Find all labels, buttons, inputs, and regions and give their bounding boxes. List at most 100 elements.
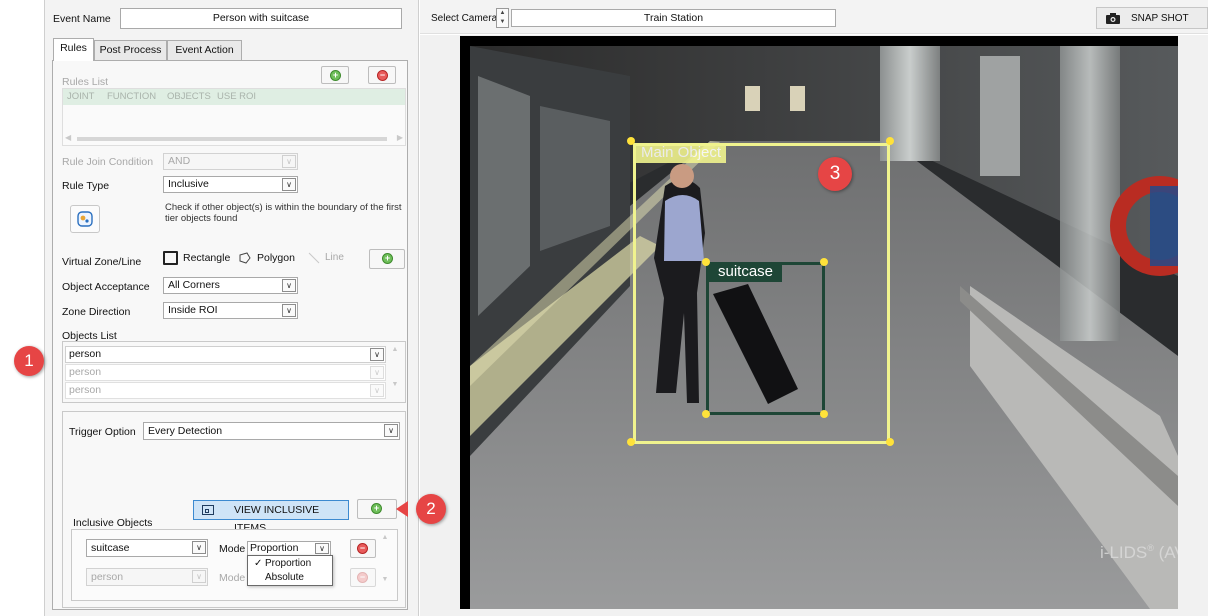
box-handle[interactable] (702, 258, 710, 266)
remove-icon: − (357, 572, 368, 583)
chevron-down-icon: ∨ (282, 155, 296, 168)
mode-label: Mode (219, 572, 246, 584)
event-name-label: Event Name (53, 13, 111, 25)
chevron-down-icon: ∨ (315, 543, 329, 554)
rule-join-label: Rule Join Condition (62, 156, 154, 168)
add-zone-button[interactable]: + (369, 249, 405, 269)
chevron-down-icon: ∨ (370, 384, 384, 397)
tab-event-action[interactable]: Event Action (167, 40, 242, 60)
polygon-option[interactable]: Polygon (238, 249, 300, 267)
rectangle-option[interactable]: Rectangle (163, 249, 233, 267)
object-value: person (69, 348, 102, 360)
col-use-roi: USE ROI (217, 91, 257, 102)
rules-list-header: JOINT FUNCTION OBJECTS USE ROI (63, 89, 405, 105)
snapshot-button[interactable]: SNAP SHOT (1096, 7, 1208, 29)
zone-direction-select[interactable]: Inside ROI ∨ (163, 302, 298, 319)
tab-rules[interactable]: Rules (53, 38, 94, 61)
mode-value: Proportion (250, 542, 299, 554)
rule-type-description: Check if other object(s) is within the b… (165, 202, 402, 224)
line-label: Line (325, 252, 344, 263)
event-name-input[interactable]: Person with suitcase (120, 8, 402, 29)
remove-icon: − (357, 543, 368, 554)
remove-rule-button[interactable]: − (368, 66, 396, 84)
box-handle[interactable] (886, 438, 894, 446)
scroll-thumb[interactable] (77, 137, 387, 141)
remove-icon: − (377, 70, 388, 81)
inclusive-list-scrollbar[interactable]: ▲ ▼ (380, 534, 390, 596)
trigger-option-select[interactable]: Every Detection ∨ (143, 422, 400, 440)
object-acceptance-label: Object Acceptance (62, 281, 150, 293)
rules-list-scrollbar[interactable]: ◀ ▶ (65, 133, 403, 143)
callout-1: 1 (14, 346, 44, 376)
rectangle-icon (163, 251, 178, 265)
rectangle-label: Rectangle (183, 252, 231, 264)
trigger-option-value: Every Detection (148, 425, 223, 437)
camera-select[interactable]: Train Station (511, 9, 836, 27)
line-option[interactable]: Line (308, 249, 348, 267)
polygon-icon (239, 252, 251, 264)
box-handle[interactable] (820, 258, 828, 266)
object-acceptance-value: All Corners (168, 279, 220, 291)
line-icon (308, 252, 320, 264)
callout-2: 2 (416, 494, 446, 524)
remove-inclusive-button[interactable]: − (350, 539, 376, 558)
mode-select[interactable]: Proportion ∨ (247, 541, 331, 556)
add-icon: + (371, 503, 382, 514)
camera-spinner[interactable]: ▲ ▼ (496, 8, 509, 28)
inclusive-object-select[interactable]: suitcase ∨ (86, 539, 208, 557)
rule-join-select[interactable]: AND ∨ (163, 153, 298, 170)
checkmark-icon: ✓ (254, 558, 263, 569)
add-icon: + (382, 253, 393, 264)
inclusive-objects-title: Inclusive Objects (73, 517, 153, 529)
box-handle[interactable] (627, 137, 635, 145)
callout-3: 3 (818, 157, 852, 191)
inclusive-object-value: suitcase (91, 542, 130, 554)
col-joint: JOINT (67, 91, 95, 102)
inclusive-rule-icon (70, 205, 100, 233)
box-handle[interactable] (886, 137, 894, 145)
virtual-zone-label: Virtual Zone/Line (62, 256, 142, 268)
objects-list-item[interactable]: person ∨ (65, 364, 386, 381)
chevron-down-icon: ∨ (192, 570, 206, 583)
select-camera-label: Select Camera (431, 13, 498, 24)
tab-post-process[interactable]: Post Process (94, 40, 167, 60)
chevron-down-icon: ∨ (370, 348, 384, 361)
suitcase-box[interactable] (706, 262, 825, 415)
zone-direction-value: Inside ROI (168, 304, 218, 316)
rules-list-table: JOINT FUNCTION OBJECTS USE ROI ◀ ▶ (62, 88, 406, 146)
suitcase-label: suitcase (709, 262, 783, 282)
box-handle[interactable] (820, 410, 828, 418)
mode-option-absolute[interactable]: Absolute (248, 571, 332, 585)
add-rule-button[interactable]: + (321, 66, 349, 84)
zone-direction-label: Zone Direction (62, 306, 131, 318)
inclusive-object-select[interactable]: person ∨ (86, 568, 208, 586)
trigger-option-label: Trigger Option (69, 426, 136, 438)
rule-type-value: Inclusive (168, 178, 209, 190)
view-items-icon (202, 505, 214, 515)
add-inclusive-button[interactable]: + (357, 499, 397, 519)
mode-dropdown-menu: ✓ Proportion Absolute (247, 555, 333, 586)
polygon-label: Polygon (257, 252, 295, 264)
rules-list-title: Rules List (62, 76, 109, 88)
box-handle[interactable] (702, 410, 710, 418)
col-function: FUNCTION (107, 91, 157, 102)
objects-list-item[interactable]: person ∨ (65, 346, 386, 363)
add-icon: + (330, 70, 341, 81)
snapshot-label: SNAP SHOT (1131, 13, 1189, 24)
view-inclusive-items-button[interactable]: VIEW INCLUSIVE ITEMS (193, 500, 349, 534)
box-handle[interactable] (627, 438, 635, 446)
callout-pointer (396, 501, 408, 517)
mode-option-label: Absolute (265, 572, 304, 583)
object-acceptance-select[interactable]: All Corners ∨ (163, 277, 298, 294)
rule-type-select[interactable]: Inclusive ∨ (163, 176, 298, 193)
chevron-down-icon: ∨ (282, 279, 296, 292)
remove-inclusive-button[interactable]: − (350, 568, 376, 587)
camera-icon (1106, 13, 1120, 24)
chevron-down-icon: ∨ (282, 178, 296, 191)
object-value: person (69, 366, 102, 378)
objects-list-scrollbar[interactable]: ▲ ▼ (389, 346, 401, 398)
rule-type-label: Rule Type (62, 180, 110, 192)
objects-list-item[interactable]: person ∨ (65, 382, 386, 399)
object-value: person (69, 384, 102, 396)
mode-option-proportion[interactable]: ✓ Proportion (248, 557, 332, 571)
